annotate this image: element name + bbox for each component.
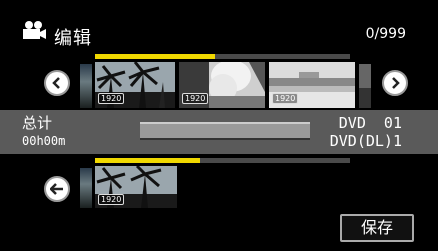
clip-strip: 1920 1920 1920 xyxy=(95,62,357,108)
back-button[interactable] xyxy=(44,176,70,202)
save-button[interactable]: 保存 xyxy=(340,214,414,242)
chevron-right-circle-icon xyxy=(392,77,400,89)
clip-counter: 0/999 xyxy=(365,26,406,42)
info-bar: 总计 00h00m DVD 01 DVD(DL)1 xyxy=(0,110,438,154)
bottom-progress-bar xyxy=(95,158,350,163)
prev-page-button[interactable] xyxy=(44,70,70,96)
clip-thumbnail[interactable]: 1920 xyxy=(179,62,265,108)
page-title: 编辑 xyxy=(54,28,92,49)
next-page-button[interactable] xyxy=(382,70,408,96)
top-progress-bar xyxy=(95,54,350,59)
thumb-edge-bottom xyxy=(80,168,92,208)
clip-thumbnail[interactable]: 1920 xyxy=(269,62,355,108)
total-duration: 00h00m xyxy=(22,134,66,148)
clip-thumbnail-partial xyxy=(359,64,371,108)
clip-resolution-badge: 1920 xyxy=(98,93,125,104)
chevron-left-circle-icon xyxy=(52,77,60,89)
clip-resolution-badge: 1920 xyxy=(98,194,125,205)
arrow-left-circle-icon xyxy=(50,183,63,195)
clip-thumbnail[interactable]: 1920 xyxy=(95,62,175,108)
thumb-edge-left xyxy=(80,64,92,108)
clip-resolution-badge: 1920 xyxy=(272,93,299,104)
total-label: 总计 xyxy=(22,114,53,132)
top-progress-fill xyxy=(95,54,215,59)
capacity-meter xyxy=(140,122,310,140)
bottom-progress-fill xyxy=(95,158,200,163)
header-bar: 编辑 0/999 xyxy=(0,0,438,52)
dvd-count: DVD 01 xyxy=(338,114,402,132)
selected-clip-thumbnail[interactable]: 1920 xyxy=(95,166,177,208)
movie-camera-icon xyxy=(23,21,46,39)
clip-resolution-badge: 1920 xyxy=(182,93,209,104)
dvd-dl-count: DVD(DL)1 xyxy=(329,132,402,150)
